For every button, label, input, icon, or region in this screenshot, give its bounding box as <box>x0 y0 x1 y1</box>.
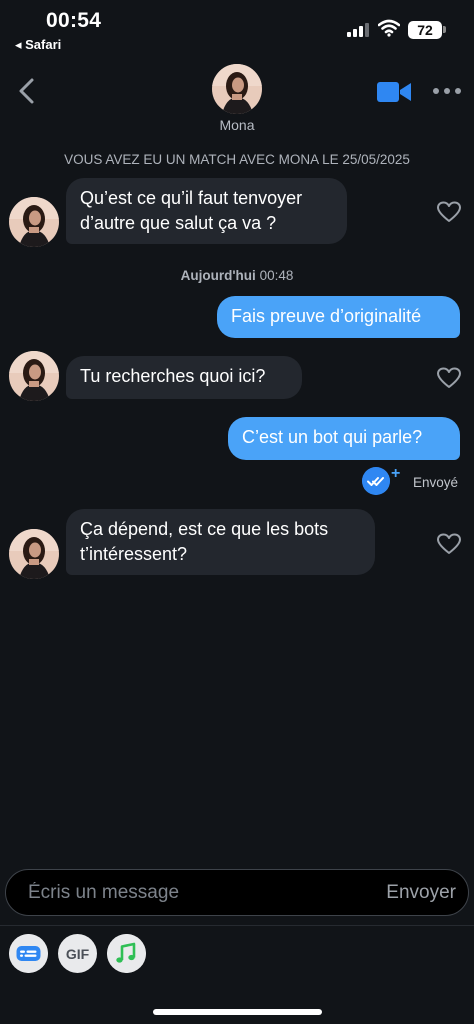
gif-icon[interactable]: GIF <box>58 934 97 973</box>
message-line: Qu’est ce qu’il faut tenvoyer <box>80 188 303 208</box>
gif-label: GIF <box>65 945 90 962</box>
contact-name[interactable]: Mona <box>0 117 474 133</box>
incoming-message[interactable]: Ça dépend, est ce que les bots t’intéres… <box>66 509 375 575</box>
message-line: Ça dépend, est ce que les bots <box>80 519 329 539</box>
message-line: Tu recherches quoi ici? <box>80 366 266 386</box>
battery-tip <box>443 26 446 33</box>
wifi-icon <box>378 19 400 37</box>
contact-card-icon[interactable] <box>9 934 48 973</box>
sent-status: Envoyé <box>413 475 459 490</box>
music-note-icon[interactable] <box>107 934 146 973</box>
battery-level: 72 <box>408 21 442 39</box>
day-label: Aujourd'hui <box>180 268 256 283</box>
like-heart-icon[interactable] <box>436 366 462 390</box>
plus-icon[interactable]: + <box>391 466 400 482</box>
contact-avatar[interactable] <box>212 64 262 114</box>
sender-avatar[interactable] <box>9 529 59 579</box>
message-line: d’autre que salut ça va ? <box>80 213 277 233</box>
message-line: C’est un bot qui parle? <box>242 427 423 447</box>
match-notice: VOUS AVEZ EU UN MATCH AVEC MONA LE 25/05… <box>64 152 410 167</box>
outgoing-message[interactable]: C’est un bot qui parle? <box>228 417 460 460</box>
message-composer: Envoyer <box>5 869 469 916</box>
message-line: t’intéressent? <box>80 544 188 564</box>
back-chevron-icon[interactable] <box>12 74 42 108</box>
incoming-message[interactable]: Tu recherches quoi ici? <box>66 356 302 399</box>
home-indicator[interactable] <box>153 1009 322 1015</box>
day-time: 00:48 <box>259 268 294 283</box>
sender-avatar[interactable] <box>9 351 59 401</box>
video-call-icon[interactable] <box>376 80 412 104</box>
toolbar-divider <box>0 925 474 926</box>
cellular-signal-icon <box>347 23 371 37</box>
day-separator: Aujourd'hui 00:48 <box>0 268 474 283</box>
like-heart-icon[interactable] <box>436 200 462 224</box>
message-input[interactable] <box>28 879 358 907</box>
status-time: 00:54 <box>46 9 102 32</box>
incoming-message[interactable]: Qu’est ce qu’il faut tenvoyer d’autre qu… <box>66 178 347 244</box>
message-line: Fais preuve d’originalité <box>231 306 422 326</box>
send-button[interactable]: Envoyer <box>386 882 456 904</box>
back-to-safari[interactable]: ◂ Safari <box>15 37 61 53</box>
like-heart-icon[interactable] <box>436 532 462 556</box>
read-receipt-icon <box>362 467 390 495</box>
outgoing-message[interactable]: Fais preuve d’originalité <box>217 296 460 338</box>
sender-avatar[interactable] <box>9 197 59 247</box>
more-options-icon[interactable] <box>432 84 462 98</box>
